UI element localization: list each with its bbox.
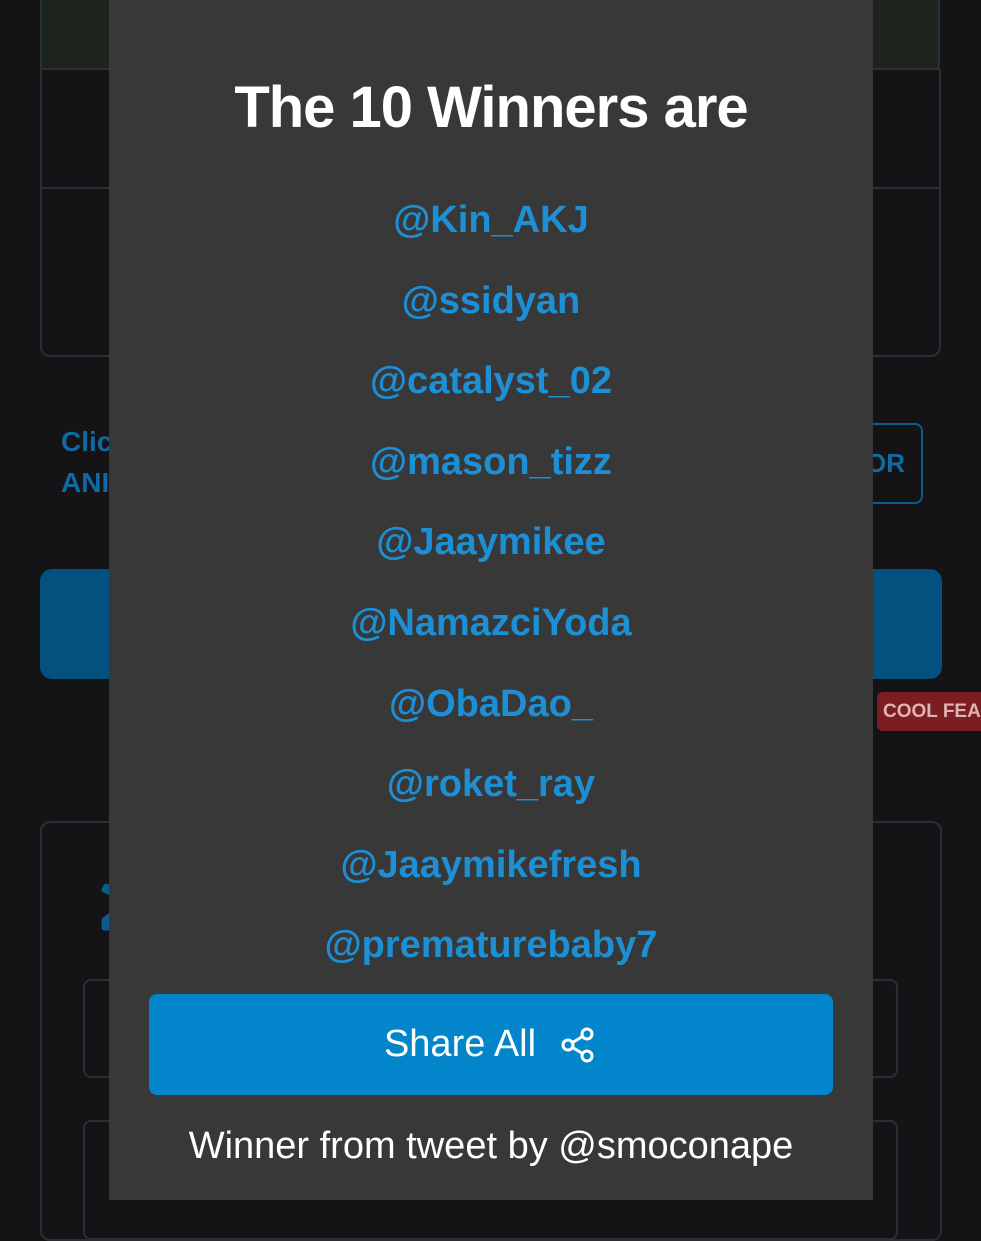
- winner-item: @catalyst_02: [109, 341, 873, 422]
- winner-list: @Kin_AKJ @ssidyan @catalyst_02 @mason_ti…: [109, 180, 873, 986]
- tweet-source-text: Winner from tweet by @smoconape: [188, 1125, 794, 1167]
- winner-link[interactable]: @Kin_AKJ: [393, 180, 588, 260]
- share-all-button[interactable]: Share All: [149, 994, 833, 1095]
- winner-item: @Jaaymikefresh: [109, 825, 873, 906]
- winner-item: @Kin_AKJ: [109, 180, 873, 261]
- winner-link[interactable]: @mason_tizz: [370, 422, 612, 502]
- winner-item: @mason_tizz: [109, 422, 873, 503]
- winner-link[interactable]: @ObaDao_: [389, 664, 593, 744]
- winner-item: @ObaDao_: [109, 664, 873, 745]
- winner-item: @roket_ray: [109, 744, 873, 825]
- winner-link[interactable]: @catalyst_02: [370, 341, 612, 421]
- winner-link[interactable]: @prematurebaby7: [325, 905, 658, 985]
- share-icon: [558, 1025, 598, 1065]
- winners-modal: The 10 Winners are @Kin_AKJ @ssidyan @ca…: [109, 0, 873, 1200]
- winner-item: @prematurebaby7: [109, 905, 873, 986]
- winner-item: @NamazciYoda: [109, 583, 873, 664]
- winner-link[interactable]: @ssidyan: [402, 261, 581, 341]
- winner-link[interactable]: @roket_ray: [387, 744, 595, 824]
- winner-link[interactable]: @Jaaymikefresh: [340, 825, 641, 905]
- share-all-label: Share All: [383, 1023, 537, 1065]
- background-feature-badge: COOL FEA: [877, 692, 981, 731]
- background-hint-text: Clic ANI: [61, 421, 112, 503]
- winner-link[interactable]: @Jaaymikee: [376, 502, 605, 582]
- winner-link[interactable]: @NamazciYoda: [350, 583, 631, 663]
- winner-item: @Jaaymikee: [109, 502, 873, 583]
- modal-title: The 10 Winners are: [234, 75, 748, 140]
- background-hint-line-2: ANI: [61, 467, 110, 498]
- winner-item: @ssidyan: [109, 261, 873, 342]
- background-hint-line-1: Clic: [61, 426, 113, 457]
